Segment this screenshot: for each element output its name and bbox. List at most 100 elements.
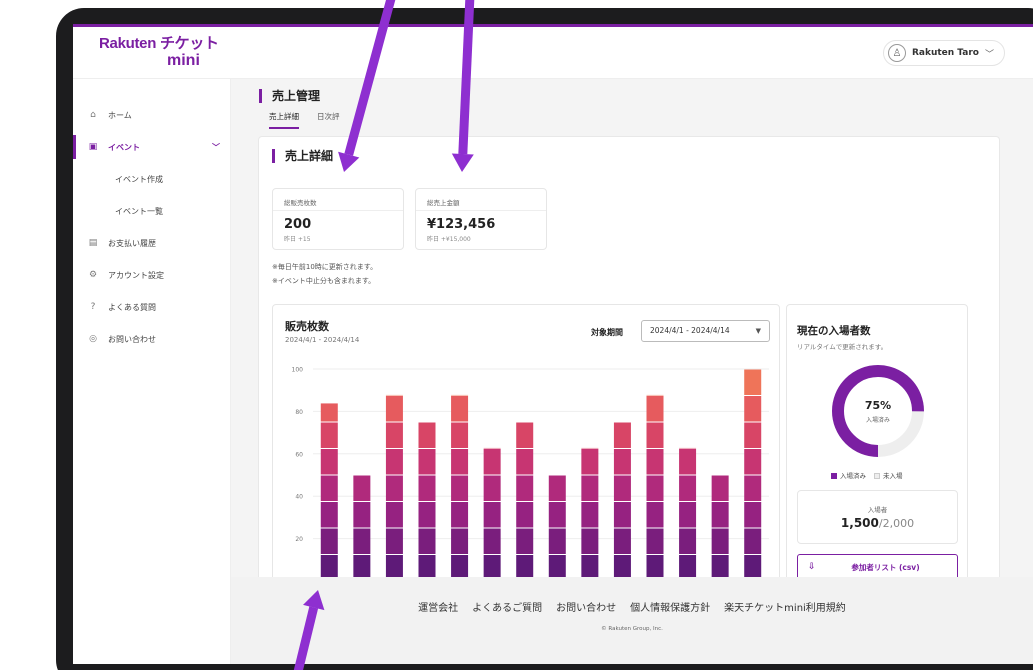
bar-segment: [613, 422, 631, 448]
sales-detail-card: 売上詳細 総販売枚数 200 昨日 +15 総売上金額 ¥123,456 昨日 …: [258, 136, 1000, 604]
sidebar-item-account[interactable]: ⚙ アカウント設定: [73, 259, 230, 291]
bar[interactable]: [483, 447, 501, 581]
bar[interactable]: [385, 394, 403, 581]
bar[interactable]: [320, 403, 338, 581]
sales-bar-chart: 020406080100: [292, 367, 769, 586]
bar-segment: [646, 396, 664, 422]
bar-segment: [451, 394, 469, 396]
legend-item-not-entered: 未入場: [874, 470, 903, 480]
bar-segment: [483, 502, 501, 528]
bar[interactable]: [451, 394, 469, 581]
attendees-value: 1,500/2,000: [798, 516, 957, 530]
sidebar-item-event[interactable]: ▣ イベント ﹀: [73, 131, 230, 163]
footer-link-terms[interactable]: 楽天チケットmini利用規約: [724, 599, 846, 614]
button-label: 参加者リスト (csv): [851, 562, 920, 572]
tab-daily[interactable]: 日次評: [317, 111, 340, 129]
period-label: 対象期間: [591, 328, 623, 337]
sidebar-item-home[interactable]: ⌂ ホーム: [73, 99, 230, 131]
period-value: 2024/4/1 - 2024/4/14: [650, 326, 730, 335]
bar-segment: [353, 475, 371, 501]
footer-links: 運営会社 よくあるご質問 お問い合わせ 個人情報保護方針 楽天チケットmini利…: [231, 599, 1033, 614]
person-icon: ♙: [887, 44, 906, 62]
bar-segment: [646, 394, 664, 396]
sidebar-subitem-event-list[interactable]: イベント一覧: [73, 195, 230, 227]
bar-segment: [418, 422, 436, 448]
sidebar-item-faq[interactable]: ? よくある質問: [73, 291, 230, 323]
bar-segment: [320, 422, 338, 448]
bar-segment: [744, 449, 762, 475]
footer-link-contact[interactable]: お問い合わせ: [556, 599, 616, 614]
footer-link-faq[interactable]: よくあるご質問: [472, 599, 542, 614]
bar[interactable]: [548, 475, 566, 581]
stat-total-tickets: 総販売枚数 200 昨日 +15: [272, 188, 404, 250]
user-menu-button[interactable]: ♙ Rakuten Taro ﹀: [882, 40, 1005, 66]
bar-segment: [744, 422, 762, 448]
bar-segment: [581, 528, 599, 554]
logo-line2: mini: [167, 52, 200, 69]
bar[interactable]: [711, 475, 729, 581]
bar[interactable]: [679, 447, 697, 581]
bar-segment: [581, 502, 599, 528]
bar-segment: [744, 528, 762, 554]
brand-logo[interactable]: Rakuten チケット mini: [99, 36, 219, 69]
bar-segment: [646, 422, 664, 448]
donut-label: 入場済み: [865, 417, 890, 424]
y-tick-label: 100: [292, 367, 304, 374]
sidebar-subitem-event-create[interactable]: イベント作成: [73, 163, 230, 195]
logo-line1: Rakuten チケット: [99, 35, 219, 52]
bar-segment: [581, 449, 599, 475]
stat-delta: 昨日 +15: [284, 236, 311, 243]
footer-link-privacy[interactable]: 個人情報保護方針: [630, 599, 710, 614]
bar-segment: [679, 475, 697, 501]
gear-icon: ⚙: [88, 270, 98, 280]
sidebar-item-label: ホーム: [108, 110, 132, 120]
bar[interactable]: [744, 369, 762, 581]
bar-segment: [679, 447, 697, 449]
question-icon: ?: [90, 302, 96, 312]
legend-label: 入場済み: [840, 472, 866, 480]
bar[interactable]: [353, 475, 371, 581]
bar-segment: [711, 475, 729, 501]
sidebar-item-label: アカウント設定: [108, 270, 164, 280]
bar-segment: [483, 528, 501, 554]
bar-segment: [418, 528, 436, 554]
bar[interactable]: [418, 422, 436, 581]
sidebar-item-label: イベント: [108, 142, 140, 152]
attendees-box: 入場者 1,500/2,000: [797, 490, 958, 544]
bar[interactable]: [581, 447, 599, 581]
bar-segment: [385, 422, 403, 448]
bar[interactable]: [613, 422, 631, 581]
period-select[interactable]: 2024/4/1 - 2024/4/14 ▼: [641, 320, 770, 342]
bar-segment: [548, 475, 566, 501]
bar-segment: [744, 396, 762, 422]
bar-segment: [320, 528, 338, 554]
chevron-down-icon[interactable]: ﹀: [212, 142, 220, 153]
stat-label: 総売上金額: [427, 199, 460, 207]
section-title: 売上詳細: [272, 149, 333, 163]
user-name: Rakuten Taro: [911, 48, 979, 58]
app-screen: Rakuten チケット mini ♙ Rakuten Taro ﹀ ⌂ ホーム…: [73, 24, 1033, 664]
sidebar-item-contact[interactable]: ◎ お問い合わせ: [73, 323, 230, 355]
bar[interactable]: [516, 422, 534, 581]
attendees-total: /2,000: [878, 517, 915, 530]
bar[interactable]: [646, 394, 664, 581]
bar-segment: [646, 475, 664, 501]
bar-segment: [483, 475, 501, 501]
bar-segment: [744, 475, 762, 501]
tab-sales-detail[interactable]: 売上詳細: [269, 111, 299, 129]
top-header: Rakuten チケット mini ♙ Rakuten Taro ﹀: [73, 27, 1033, 79]
bar-segment: [516, 502, 534, 528]
legend-swatch: [831, 472, 837, 479]
bar-segment: [646, 449, 664, 475]
bar-segment: [516, 422, 534, 448]
bar-segment: [679, 449, 697, 475]
sidebar-item-payments[interactable]: ▤ お支払い履歴: [73, 227, 230, 259]
bar-segment: [385, 396, 403, 422]
stat-delta: 昨日 +¥15,000: [427, 236, 471, 243]
attendees-count: 1,500: [840, 516, 879, 530]
divider: [273, 210, 403, 211]
footer-link-company[interactable]: 運営会社: [418, 599, 458, 614]
bar-segment: [385, 449, 403, 475]
bar-segment: [451, 475, 469, 501]
legend-swatch: [874, 472, 880, 479]
